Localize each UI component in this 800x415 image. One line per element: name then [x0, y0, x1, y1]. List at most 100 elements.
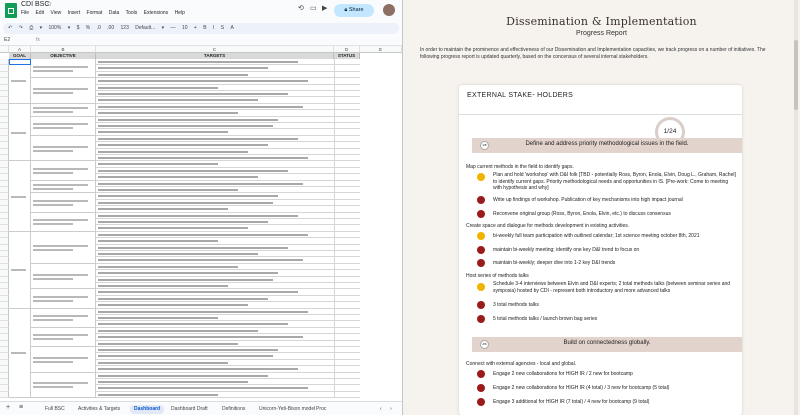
objective-cell[interactable] — [31, 135, 96, 162]
font-size-increase[interactable]: + — [194, 25, 197, 31]
tab-dashboard[interactable]: Dashboard — [130, 405, 165, 414]
objective-cell[interactable] — [31, 59, 96, 79]
print-button[interactable]: ⎙ — [29, 25, 33, 31]
percent-button[interactable]: % — [86, 25, 90, 31]
objective-cell[interactable] — [31, 193, 96, 213]
cell-text-line — [98, 291, 298, 294]
cell-text-line — [33, 167, 88, 170]
comment-icon[interactable]: ▭ — [310, 4, 317, 12]
cell-reference-box[interactable]: E2 — [4, 36, 10, 45]
zoom-select[interactable]: 100% — [49, 25, 62, 31]
cell-text-line — [98, 368, 298, 371]
objective-cell[interactable] — [31, 372, 96, 399]
zoom-chevron-icon[interactable]: ▾ — [68, 25, 71, 31]
objective-cell[interactable] — [31, 231, 96, 264]
cell-text-line — [98, 189, 238, 191]
select-all-corner[interactable] — [0, 46, 9, 53]
cell-text-line — [98, 80, 308, 83]
goal-cell[interactable] — [9, 308, 31, 399]
status-dot — [477, 232, 485, 240]
menu-file[interactable]: File — [21, 10, 29, 16]
goal-cell[interactable] — [9, 231, 31, 309]
share-button[interactable]: 🔒︎ Share — [334, 4, 374, 17]
selected-cell[interactable] — [9, 59, 31, 66]
menu-format[interactable]: Format — [87, 10, 103, 16]
objective-cell[interactable] — [31, 327, 96, 347]
objective-cell[interactable] — [31, 263, 96, 290]
objective-cell[interactable] — [31, 103, 96, 117]
add-sheet-icon[interactable]: + — [6, 404, 10, 411]
report-intro: In order to maintain the prominence and … — [420, 47, 766, 60]
cell-text-line — [98, 387, 308, 390]
goal-cell[interactable] — [9, 59, 31, 104]
column-header-c[interactable]: C — [96, 46, 334, 53]
number-format-button[interactable]: 123 — [121, 25, 129, 31]
report-scroll-thumb[interactable] — [794, 40, 798, 110]
font-chevron-icon[interactable]: ▾ — [162, 25, 165, 31]
cell-text-line — [33, 111, 73, 114]
video-call-icon[interactable]: ▶ — [322, 4, 327, 12]
italic-button[interactable]: I — [213, 25, 214, 31]
tab-full-bsc[interactable]: Full BSC — [45, 405, 65, 414]
menu-view[interactable]: View — [50, 10, 61, 16]
tab-dashboard-draft[interactable]: Dashboard Draft — [171, 405, 208, 414]
font-size-input[interactable]: 10 — [182, 25, 188, 31]
goal-cell[interactable] — [9, 161, 31, 232]
objective-cell[interactable] — [31, 308, 96, 328]
font-size-decrease[interactable]: — — [171, 25, 176, 31]
tab-proc[interactable]: Proc — [316, 405, 326, 414]
objective-cell[interactable] — [31, 180, 96, 194]
bold-button[interactable]: B — [203, 25, 206, 31]
goal-bar-1: 1/5 Define and address priority methodol… — [472, 138, 742, 153]
undo-button[interactable]: ↶ — [8, 25, 12, 31]
font-select[interactable]: Default... — [135, 25, 155, 31]
tab-definitions[interactable]: Definitions — [222, 405, 245, 414]
increase-decimal-button[interactable]: .00 — [107, 25, 114, 31]
avatar[interactable] — [383, 4, 395, 16]
status-cell[interactable] — [334, 391, 360, 399]
menu-tools[interactable]: Tools — [126, 10, 138, 16]
objective-cell[interactable] — [31, 212, 96, 232]
cell-text-line — [33, 356, 88, 359]
row-header[interactable] — [0, 391, 9, 399]
objective-cell[interactable] — [31, 78, 96, 104]
text-color-button[interactable]: A — [230, 25, 233, 31]
menu-data[interactable]: Data — [109, 10, 120, 16]
strikethrough-button[interactable]: S — [221, 25, 224, 31]
cell-text-line — [98, 240, 218, 243]
goal-cell[interactable] — [9, 103, 31, 162]
spreadsheet-grid[interactable]: A B C D E GOAL OBJECTIVE TARGETS STATUS — [0, 46, 402, 401]
objective-cell[interactable] — [31, 161, 96, 181]
history-icon[interactable]: ⟲ — [298, 4, 304, 12]
objective-cell[interactable] — [31, 347, 96, 373]
cell-text-line — [98, 233, 308, 236]
tabs-scroll-left-icon[interactable]: ‹ — [380, 405, 382, 414]
menu-help[interactable]: Help — [175, 10, 185, 16]
sheets-logo-icon[interactable] — [5, 3, 17, 18]
star-icon[interactable]: ☆ — [46, 0, 52, 8]
decrease-decimal-button[interactable]: .0 — [97, 25, 101, 31]
cell-text-line — [33, 91, 73, 94]
cell-text-line — [33, 183, 88, 186]
tab-activities-targets[interactable]: Activities & Targets — [78, 405, 120, 414]
menu-extensions[interactable]: Extensions — [144, 10, 168, 16]
tabs-scroll-right-icon[interactable]: › — [390, 405, 392, 414]
currency-button[interactable]: $ — [77, 25, 80, 31]
cell-text-line — [98, 157, 308, 159]
cell-text-line — [98, 285, 228, 287]
all-sheets-icon[interactable]: ≡ — [19, 404, 23, 411]
redo-button[interactable]: ↷ — [19, 25, 23, 31]
column-header-b[interactable]: B — [31, 46, 96, 53]
menu-insert[interactable]: Insert — [68, 10, 81, 16]
objective-cell[interactable] — [31, 116, 96, 136]
paint-format-button[interactable]: ▾ — [40, 25, 43, 31]
cell-text-line — [33, 145, 88, 148]
tab-unicorn-yeti-bison[interactable]: Unicorn-Yeti-Bison model — [259, 405, 315, 414]
cell-text-line — [98, 137, 298, 140]
objective-cell[interactable] — [31, 289, 96, 309]
column-header-a[interactable]: A — [9, 46, 31, 53]
column-header-d[interactable]: D — [334, 46, 360, 53]
column-header-e[interactable]: E — [360, 46, 402, 53]
menu-edit[interactable]: Edit — [35, 10, 44, 16]
target-cell[interactable] — [96, 392, 334, 399]
